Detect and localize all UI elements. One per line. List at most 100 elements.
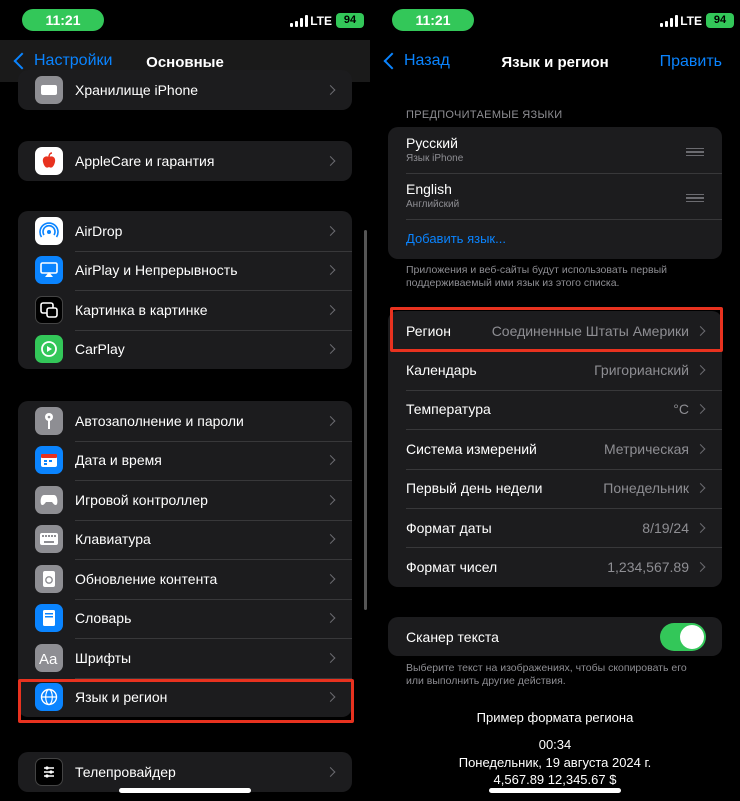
system-group: Автозаполнение и пароли Дата и время Игр…: [18, 401, 352, 717]
status-bar: 11:21 LTE 94: [0, 0, 370, 40]
chevron-right-icon: [695, 522, 706, 533]
status-time: 11:21: [22, 9, 104, 31]
settings-item-keyboard[interactable]: Клавиатура: [18, 519, 352, 560]
language-subtitle: Язык iPhone: [406, 153, 464, 164]
settings-item-value: Понедельник: [603, 480, 689, 497]
languages-header: ПРЕДПОЧИТАЕМЫЕ ЯЗЫКИ: [406, 109, 563, 121]
drag-handle-icon[interactable]: [686, 194, 704, 202]
fonts-icon: Aa: [35, 643, 63, 672]
tv-provider-icon: [35, 757, 63, 786]
add-language-button[interactable]: Добавить язык...: [388, 219, 722, 259]
settings-item-value: °C: [673, 401, 689, 418]
settings-item-label: Словарь: [75, 610, 132, 627]
refresh-icon: [35, 564, 63, 593]
settings-item-label: Автозаполнение и пароли: [75, 412, 244, 429]
settings-item-value: Метрическая: [603, 440, 689, 457]
settings-item-airdrop[interactable]: AirDrop: [18, 211, 352, 251]
calendar-icon: [35, 446, 63, 475]
storage-icon: [35, 75, 63, 104]
home-indicator[interactable]: [489, 788, 621, 793]
storage-group: Хранилище iPhone: [18, 70, 352, 110]
settings-item-label: AirPlay и Непрерывность: [75, 262, 238, 279]
settings-item-calendar[interactable]: Календарь Григорианский: [388, 350, 722, 389]
keyboard-icon: [35, 525, 63, 554]
settings-item-label: Клавиатура: [75, 531, 151, 548]
settings-item-label: Система измерений: [406, 440, 537, 457]
settings-item-label: Регион: [406, 322, 451, 339]
book-icon: [35, 604, 63, 633]
settings-item-region[interactable]: Регион Соединенные Штаты Америки: [388, 311, 722, 350]
apple-icon: [35, 146, 63, 175]
signal-icon: [290, 15, 308, 27]
settings-item-airplay[interactable]: AirPlay и Непрерывность: [18, 250, 352, 291]
settings-item-label: CarPlay: [75, 341, 125, 358]
settings-item-label: Телепровайдер: [75, 763, 176, 780]
settings-item-value: Соединенные Штаты Америки: [491, 322, 689, 339]
settings-item-temperature[interactable]: Температура °C: [388, 389, 722, 429]
settings-item-carplay[interactable]: CarPlay: [18, 329, 352, 370]
settings-item-pip[interactable]: Картинка в картинке: [18, 290, 352, 330]
region-example-title: Пример формата региона: [476, 710, 634, 725]
general-settings-screen: 11:21 LTE 94 Настройки Основные Хранилищ…: [0, 0, 370, 801]
network-type: LTE: [310, 14, 332, 28]
settings-item-label: Картинка в картинке: [75, 301, 208, 318]
nav-bar: Назад Язык и регион Править: [370, 40, 740, 84]
settings-item-date-format[interactable]: Формат даты 8/19/24: [388, 507, 722, 547]
language-item[interactable]: Русский Язык iPhone: [388, 127, 722, 173]
pip-icon: [35, 295, 63, 324]
settings-item-datetime[interactable]: Дата и время: [18, 440, 352, 481]
settings-item-number-format[interactable]: Формат чисел 1,234,567.89: [388, 547, 722, 586]
battery-icon: 94: [706, 13, 734, 28]
live-text-footer: Выберите текст на изображениях, чтобы ск…: [406, 662, 687, 687]
svg-text:Aa: Aa: [39, 651, 58, 666]
language-subtitle: Английский: [406, 199, 460, 210]
chevron-right-icon: [695, 443, 706, 454]
settings-item-fonts[interactable]: Aa Шрифты: [18, 638, 352, 678]
settings-item-dictionary[interactable]: Словарь: [18, 598, 352, 639]
settings-item-label: Дата и время: [75, 452, 162, 469]
settings-item-storage[interactable]: Хранилище iPhone: [18, 70, 352, 110]
settings-item-label: Температура: [406, 401, 491, 418]
airplay-icon: [35, 256, 63, 285]
tv-provider-group: Телепровайдер: [18, 752, 352, 792]
battery-icon: 94: [336, 13, 364, 28]
status-bar: 11:21 LTE 94: [370, 0, 740, 40]
settings-item-label: Обновление контента: [75, 570, 218, 587]
settings-item-language-region[interactable]: Язык и регион: [18, 677, 352, 718]
region-example-date: Понедельник, 19 августа 2024 г.: [458, 755, 652, 770]
signal-icon: [660, 15, 678, 27]
settings-item-autofill[interactable]: Автозаполнение и пароли: [18, 401, 352, 441]
page-title: Основные: [146, 54, 224, 71]
settings-item-label: Язык и регион: [75, 689, 168, 706]
settings-item-measurement[interactable]: Система измерений Метрическая: [388, 429, 722, 468]
settings-item-label: Хранилище iPhone: [75, 81, 199, 98]
settings-item-first-weekday[interactable]: Первый день недели Понедельник: [388, 468, 722, 508]
settings-item-label: Шрифты: [75, 649, 132, 666]
scrollbar[interactable]: [364, 230, 367, 610]
settings-item-value: 1,234,567.89: [607, 559, 689, 576]
settings-item-tv-provider[interactable]: Телепровайдер: [18, 752, 352, 792]
settings-item-value: Григорианский: [594, 362, 689, 379]
language-item[interactable]: English Английский: [388, 173, 722, 219]
settings-item-label: Формат чисел: [406, 559, 498, 576]
settings-item-background-refresh[interactable]: Обновление контента: [18, 559, 352, 599]
live-text-toggle[interactable]: [660, 622, 706, 651]
languages-footer: Приложения и веб-сайты будут использоват…: [406, 264, 668, 289]
settings-item-value: 8/19/24: [642, 519, 689, 536]
applecare-group: AppleCare и гарантия: [18, 141, 352, 181]
settings-item-live-text: Сканер текста: [388, 617, 722, 656]
airdrop-icon: [35, 216, 63, 245]
settings-item-game-controller[interactable]: Игровой контроллер: [18, 480, 352, 520]
chevron-right-icon: [695, 365, 706, 376]
settings-item-label: Формат даты: [406, 519, 492, 536]
edit-button[interactable]: Править: [660, 53, 722, 71]
settings-item-label: Календарь: [406, 362, 477, 379]
chevron-right-icon: [695, 404, 706, 415]
region-example-time: 00:34: [538, 737, 572, 752]
chevron-right-icon: [695, 325, 706, 336]
home-indicator[interactable]: [119, 788, 251, 793]
settings-item-applecare[interactable]: AppleCare и гарантия: [18, 141, 352, 181]
carplay-icon: [35, 335, 63, 364]
status-time: 11:21: [392, 9, 474, 31]
drag-handle-icon[interactable]: [686, 148, 704, 156]
